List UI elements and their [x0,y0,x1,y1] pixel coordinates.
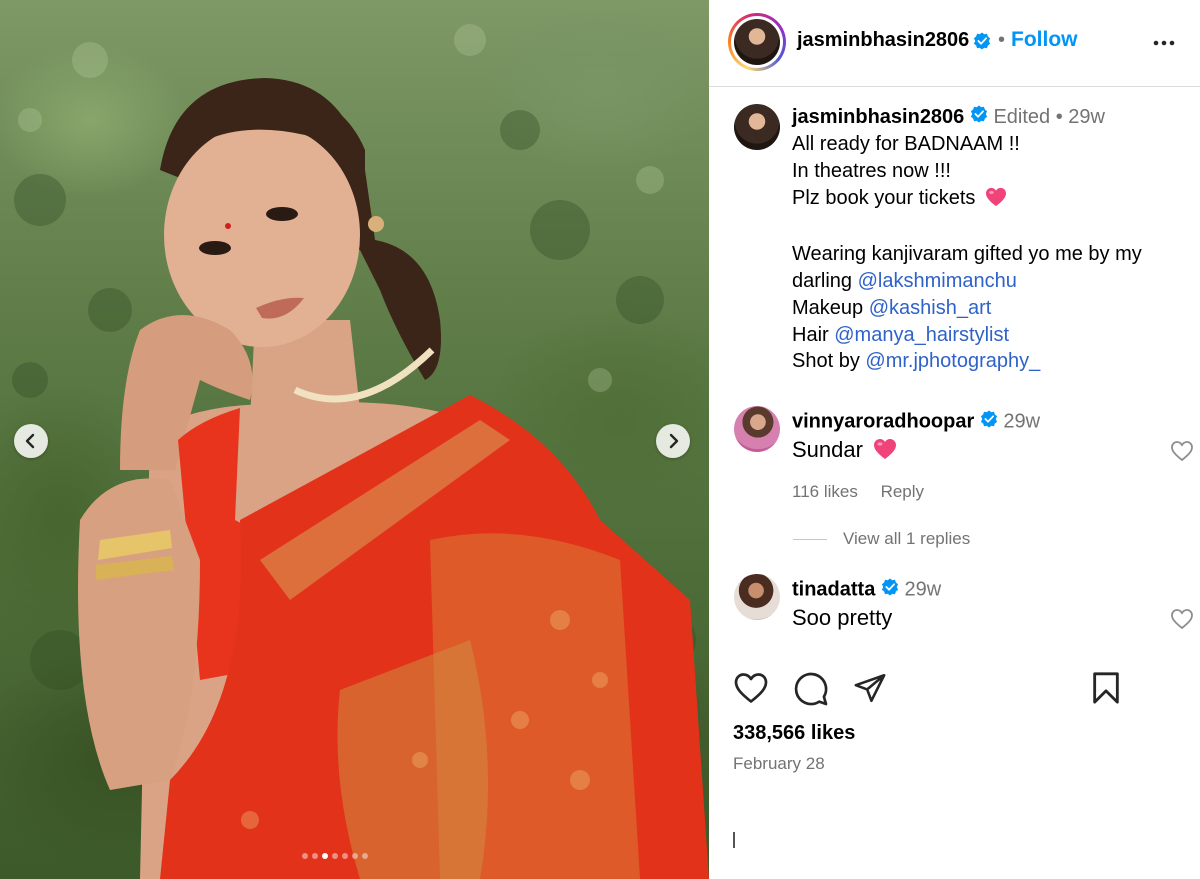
carousel-dot [332,853,338,859]
carousel-prev-button[interactable] [14,424,48,458]
comment-actions: 116 likes Reply [792,482,942,502]
mention-link[interactable]: @manya_hairstylist [834,324,1009,346]
carousel-dot [362,853,368,859]
verified-badge-icon [973,32,991,55]
commenter-avatar[interactable] [734,406,780,452]
follow-button[interactable]: Follow [1011,28,1078,52]
share-icon[interactable] [853,671,887,710]
heart-emoji-icon [985,187,1007,215]
header-separator: • [998,29,1006,51]
caption-line: In theatres now !!! [792,159,951,182]
commenter-username[interactable]: tinadatta [792,578,875,600]
comment-like-heart-icon[interactable] [1170,608,1194,635]
caption-body: jasminbhasin2806 Edited • 29w All ready … [792,104,1192,375]
chevron-right-icon [669,433,679,449]
mention-link[interactable]: @lakshmimanchu [858,270,1017,292]
caption-line-with-emoji: Plz book your tickets [792,185,1192,215]
verified-badge-icon [980,410,998,434]
bookmark-icon[interactable] [1091,671,1121,710]
caption-author-avatar[interactable] [734,104,780,150]
post-media [0,0,709,879]
more-options-icon[interactable] [1152,31,1176,60]
reply-button[interactable]: Reply [881,482,924,501]
caption-line: Plz book your tickets [792,186,976,209]
caption-line: Makeup [792,296,864,319]
caption-line: Hair [792,323,829,346]
commenter-username-row: vinnyaroradhoopar 29w [792,410,1040,434]
post-side-panel: jasminbhasin2806 • Follow jasminbhasin28… [709,0,1200,879]
view-replies-button[interactable]: View all 1 replies [843,529,970,549]
caption-line: All ready for BADNAAM !! [792,133,1020,156]
carousel-dot [342,853,348,859]
heart-icon[interactable] [733,671,769,710]
story-ring[interactable] [728,13,786,71]
comment-text: Sundar [792,437,863,462]
comment-likes-count[interactable]: 116 likes [792,482,858,501]
heart-emoji-icon [873,438,897,466]
carousel-dot [302,853,308,859]
caption-line: Shot by [792,350,860,373]
author-avatar[interactable] [734,19,780,65]
carousel-dot-active [322,853,328,859]
post-likes-count[interactable]: 338,566 likes [733,722,855,745]
edited-label: Edited [993,106,1051,128]
caption-line: Wearing kanjivaram gifted yo me by my [792,243,1142,266]
replies-divider [793,539,827,540]
carousel-dot [312,853,318,859]
chevron-left-icon [25,433,35,449]
post-photo [12,24,709,879]
comment-like-heart-icon[interactable] [1170,440,1194,467]
post-date[interactable]: February 28 [733,754,825,774]
commenter-username[interactable]: vinnyaroradhoopar [792,410,974,432]
comment-time[interactable]: 29w [904,578,941,600]
comment-icon[interactable] [793,671,829,712]
mention-link[interactable]: @mr.jphotography_ [865,350,1040,372]
carousel-dot [352,853,358,859]
comment-text: Soo pretty [792,605,893,630]
author-username[interactable]: jasminbhasin2806 [797,29,969,52]
commenter-avatar[interactable] [734,574,780,620]
commenter-username-row: tinadatta 29w [792,578,941,602]
verified-badge-icon [970,104,988,131]
caption-time[interactable]: 29w [1068,106,1105,128]
caption-separator: • [1055,106,1063,128]
post-action-bar [733,671,1193,711]
carousel-next-button[interactable] [656,424,690,458]
caption-line: darling [792,270,853,293]
caption-username[interactable]: jasminbhasin2806 [792,106,964,128]
carousel-indicator [302,853,368,859]
post-header: jasminbhasin2806 • Follow [709,0,1200,87]
mention-link[interactable]: @kashish_art [869,297,992,319]
comment-input-caret[interactable] [733,832,735,848]
verified-badge-icon [881,578,899,602]
comment-text-row: Sundar [792,437,897,466]
comment-time[interactable]: 29w [1003,410,1040,432]
